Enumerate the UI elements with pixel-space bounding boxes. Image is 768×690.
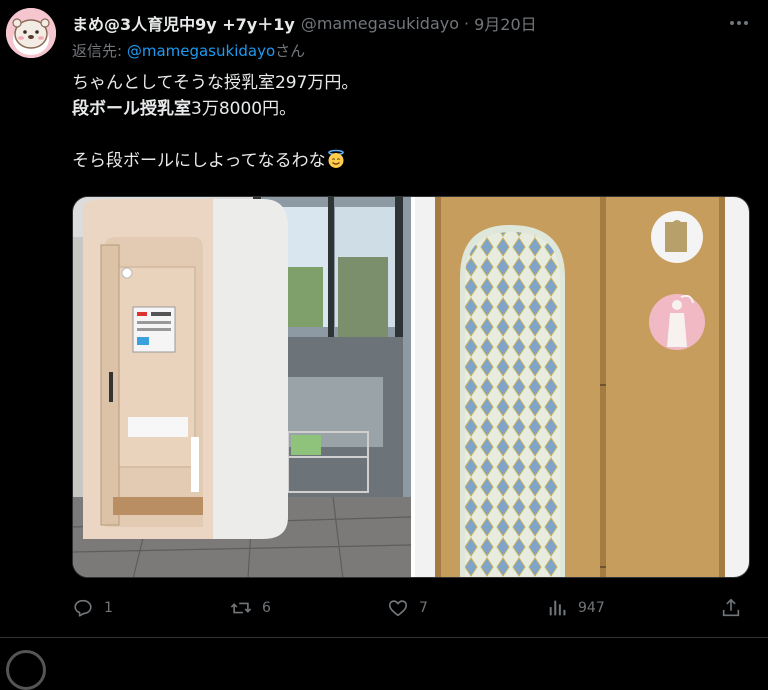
more-dots-icon — [730, 21, 748, 25]
nursing-booth-image — [73, 197, 412, 577]
tweet-text-line-2-rest: 3万8000円。 — [191, 99, 297, 119]
tweet-text-bold: 段ボール授乳室 — [72, 99, 191, 119]
tweet-header: まめ@3人育児中9y +7y＋1y @mamegasukidayo · 9月20… — [72, 10, 708, 36]
tweet-text-line-2: 段ボール授乳室3万8000円。 — [72, 96, 358, 122]
tweet-text-line-4-text: そら段ボールにしよってなるわな — [72, 151, 326, 171]
like-icon — [388, 600, 408, 617]
smiling-face-with-halo-emoji-icon — [327, 149, 344, 168]
reply-count: 1 — [104, 600, 113, 616]
share-icon — [722, 598, 740, 617]
next-tweet-avatar[interactable] — [6, 650, 46, 690]
tweet-text-line-4: そら段ボールにしよってなるわな — [72, 148, 358, 174]
user-handle[interactable]: @mamegasukidayo — [301, 14, 459, 33]
retweet-button[interactable]: 6 — [230, 596, 271, 620]
reply-context: 返信先: @mamegasukidayoさん — [72, 40, 305, 61]
more-options-button[interactable] — [726, 10, 752, 36]
retweet-icon — [230, 602, 252, 614]
tweet-date[interactable]: 9月20日 — [474, 11, 537, 35]
tweet-media[interactable] — [72, 196, 750, 578]
tweet-divider — [0, 637, 768, 638]
tweet-text: ちゃんとしてそうな授乳室297万円。 段ボール授乳室3万8000円。 そら段ボー… — [72, 70, 358, 174]
header-separator: · — [464, 13, 470, 33]
reply-mention-link[interactable]: @mamegasukidayo — [127, 42, 275, 60]
like-count: 7 — [419, 600, 428, 616]
display-name[interactable]: まめ@3人育児中9y +7y＋1y — [72, 11, 295, 35]
retweet-count: 6 — [262, 600, 271, 616]
tweet-text-line-1: ちゃんとしてそうな授乳室297万円。 — [72, 73, 359, 93]
otter-avatar-icon — [6, 8, 56, 58]
nursing-booth-photo[interactable] — [73, 197, 412, 577]
cardboard-nursing-room-photo[interactable] — [415, 197, 749, 577]
reply-suffix: さん — [275, 42, 306, 60]
like-button[interactable]: 7 — [387, 596, 428, 620]
tweet-actions: 1 6 7 947 — [72, 596, 752, 620]
views-count: 947 — [578, 600, 605, 616]
avatar[interactable] — [6, 8, 56, 58]
reply-button[interactable]: 1 — [72, 596, 113, 620]
views-button[interactable]: 947 — [546, 596, 605, 620]
reply-icon — [74, 599, 92, 617]
share-button[interactable] — [720, 596, 742, 620]
views-icon — [549, 600, 566, 616]
cardboard-room-image — [415, 197, 749, 577]
reply-prefix: 返信先: — [72, 42, 127, 60]
